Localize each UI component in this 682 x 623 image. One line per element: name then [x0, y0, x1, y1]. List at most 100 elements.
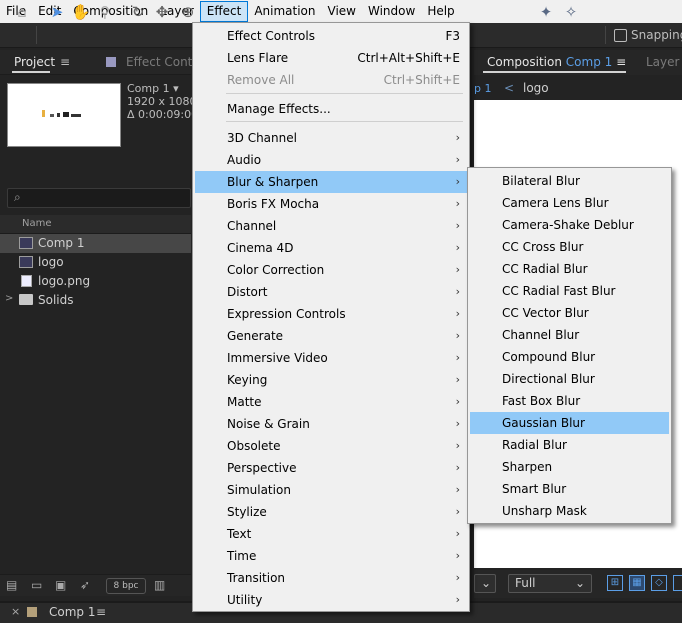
tab-layer[interactable]: Layer: [646, 55, 679, 69]
zoom-tool-icon[interactable]: ⚲: [95, 3, 115, 21]
submenu-item-gaussian-blur[interactable]: Gaussian Blur: [470, 412, 669, 434]
menu-item-text[interactable]: Text ›: [195, 523, 467, 545]
project-item-logo[interactable]: logo: [0, 253, 191, 272]
submenu-item-sharpen[interactable]: Sharpen: [470, 456, 669, 478]
project-item-comp-1[interactable]: Comp 1: [0, 234, 191, 253]
menu-item-matte[interactable]: Matte ›: [195, 391, 467, 413]
submenu-arrow-icon: ›: [455, 417, 460, 430]
menu-item-stylize[interactable]: Stylize ›: [195, 501, 467, 523]
menu-item-utility[interactable]: Utility ›: [195, 589, 467, 611]
menu-item-simulation[interactable]: Simulation ›: [195, 479, 467, 501]
menu-animation[interactable]: Animation: [248, 1, 321, 22]
transparency-grid-icon[interactable]: ▦: [629, 575, 645, 591]
rotate-tool-icon[interactable]: ↻: [128, 3, 148, 21]
resolution-dropdown[interactable]: Full ⌄: [508, 574, 592, 593]
menu-item-blur-sharpen[interactable]: Blur & Sharpen ›: [195, 171, 467, 193]
menu-effect[interactable]: Effect: [199, 1, 249, 22]
menu-window[interactable]: Window: [362, 1, 421, 22]
submenu-item-unsharp-mask[interactable]: Unsharp Mask: [470, 500, 669, 522]
menu-item-noise-grain[interactable]: Noise & Grain ›: [195, 413, 467, 435]
submenu-item-smart-blur[interactable]: Smart Blur: [470, 478, 669, 500]
composition-panel-menu-icon[interactable]: ≡: [616, 55, 626, 69]
submenu-arrow-icon: ›: [455, 307, 460, 320]
menu-item-remove-all[interactable]: Remove All Ctrl+Shift+E: [195, 69, 467, 91]
menu-item-label: Utility: [227, 593, 263, 607]
menu-item-3d-channel[interactable]: 3D Channel ›: [195, 127, 467, 149]
menu-item-effect-controls[interactable]: Effect Controls F3: [195, 25, 467, 47]
effect-menu: Effect Controls F3 Lens Flare Ctrl+Alt+Shif…: [192, 22, 470, 612]
project-search-input[interactable]: [7, 188, 191, 208]
submenu-item-cc-vector-blur[interactable]: CC Vector Blur: [470, 302, 669, 324]
pan-behind-tool-icon[interactable]: ⊕: [178, 3, 198, 21]
submenu-item-fast-box-blur[interactable]: Fast Box Blur: [470, 390, 669, 412]
composition-icon: [19, 256, 33, 268]
new-folder-icon[interactable]: ▭: [31, 578, 42, 592]
project-item-label: Comp 1: [38, 236, 85, 250]
move-tool-icon[interactable]: ✥: [152, 3, 172, 21]
timeline-menu-icon[interactable]: ≡: [96, 605, 106, 619]
selection-tool-icon[interactable]: ➤: [47, 3, 67, 21]
submenu-item-camera-lens-blur[interactable]: Camera Lens Blur: [470, 192, 669, 214]
menu-item-distort[interactable]: Distort ›: [195, 281, 467, 303]
view-options-icon[interactable]: [673, 575, 682, 591]
submenu-item-cc-radial-blur[interactable]: CC Radial Blur: [470, 258, 669, 280]
toolbar-divider: [36, 26, 37, 44]
submenu-item-cc-cross-blur[interactable]: CC Cross Blur: [470, 236, 669, 258]
menu-item-time[interactable]: Time ›: [195, 545, 467, 567]
menu-item-cinema-4d[interactable]: Cinema 4D ›: [195, 237, 467, 259]
project-panel-menu-icon[interactable]: ≡: [60, 55, 70, 69]
mask-path-icon[interactable]: ◇: [651, 575, 667, 591]
submenu-item-bilateral-blur[interactable]: Bilateral Blur: [470, 170, 669, 192]
menu-item-audio[interactable]: Audio ›: [195, 149, 467, 171]
bit-depth-button[interactable]: 8 bpc: [106, 578, 146, 594]
hand-tool-icon[interactable]: ✋: [71, 3, 91, 21]
submenu-item-channel-blur[interactable]: Channel Blur: [470, 324, 669, 346]
chevron-down-icon[interactable]: ▾: [173, 82, 179, 95]
tab-project[interactable]: Project: [14, 55, 55, 69]
project-item-solids[interactable]: > Solids: [0, 291, 191, 310]
submenu-item-directional-blur[interactable]: Directional Blur: [470, 368, 669, 390]
tab-timeline-comp-1[interactable]: Comp 1: [49, 605, 95, 619]
project-item-label: logo: [38, 255, 64, 269]
magnification-dropdown[interactable]: ⌄: [474, 574, 496, 593]
expand-arrow-icon[interactable]: >: [5, 293, 13, 304]
breadcrumb-comp-1[interactable]: p 1: [474, 82, 491, 95]
puppet-tool-icon[interactable]: ✦: [536, 3, 556, 21]
project-item-logo-png[interactable]: logo.png: [0, 272, 191, 291]
menu-item-label: Color Correction: [227, 263, 325, 277]
home-icon[interactable]: ⌂: [12, 3, 32, 21]
menu-view[interactable]: View: [322, 1, 362, 22]
menu-item-transition[interactable]: Transition ›: [195, 567, 467, 589]
pin-tool-icon[interactable]: ✧: [561, 3, 581, 21]
region-of-interest-icon[interactable]: ⊞: [607, 575, 623, 591]
menu-item-boris-fx-mocha[interactable]: Boris FX Mocha ›: [195, 193, 467, 215]
column-name-header[interactable]: Name: [22, 218, 52, 229]
submenu-item-radial-blur[interactable]: Radial Blur: [470, 434, 669, 456]
menu-item-immersive-video[interactable]: Immersive Video ›: [195, 347, 467, 369]
tab-composition[interactable]: Composition Comp 1 ≡: [487, 55, 626, 69]
composition-icon: [19, 237, 33, 249]
snapping-checkbox[interactable]: [614, 29, 627, 42]
submenu-item-cc-radial-fast-blur[interactable]: CC Radial Fast Blur: [470, 280, 669, 302]
menu-item-lens-flare[interactable]: Lens Flare Ctrl+Alt+Shift+E: [195, 47, 467, 69]
new-composition-icon[interactable]: ▣: [55, 578, 66, 592]
menu-item-perspective[interactable]: Perspective ›: [195, 457, 467, 479]
submenu-item-compound-blur[interactable]: Compound Blur: [470, 346, 669, 368]
close-icon[interactable]: ×: [11, 605, 20, 618]
menu-help[interactable]: Help: [421, 1, 460, 22]
menu-item-manage-effects[interactable]: Manage Effects...: [195, 98, 467, 120]
breadcrumb-logo[interactable]: logo: [523, 81, 549, 95]
submenu-arrow-icon: ›: [455, 373, 460, 386]
menu-item-label: Cinema 4D: [227, 241, 294, 255]
project-settings-icon[interactable]: ➶: [80, 578, 90, 592]
menu-item-keying[interactable]: Keying ›: [195, 369, 467, 391]
menu-item-obsolete[interactable]: Obsolete ›: [195, 435, 467, 457]
trash-icon[interactable]: ▥: [154, 578, 165, 592]
interpret-footage-icon[interactable]: ▤: [6, 578, 17, 592]
submenu-item-camera-shake-deblur[interactable]: Camera-Shake Deblur: [470, 214, 669, 236]
menu-item-generate[interactable]: Generate ›: [195, 325, 467, 347]
menu-item-color-correction[interactable]: Color Correction ›: [195, 259, 467, 281]
menu-item-expression-controls[interactable]: Expression Controls ›: [195, 303, 467, 325]
menu-item-channel[interactable]: Channel ›: [195, 215, 467, 237]
submenu-item-label: Compound Blur: [502, 350, 596, 364]
